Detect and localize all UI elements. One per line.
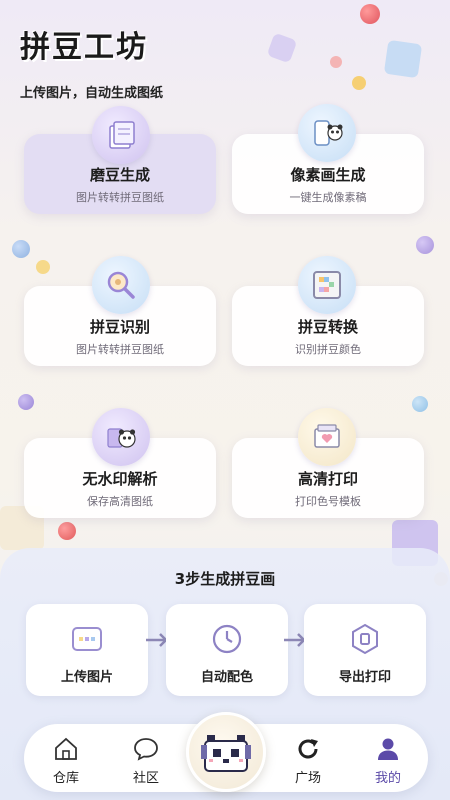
feature-subtitle: 一键生成像素稿: [289, 191, 367, 204]
chat-icon: [134, 738, 158, 761]
tab-label: 广场: [294, 771, 321, 786]
cube-decoration: [266, 32, 298, 64]
feature-title: 像素画生成: [290, 166, 366, 184]
step-label: 自动配色: [200, 670, 253, 685]
step-label: 导出打印: [338, 670, 391, 685]
feature-title: 拼豆识别: [89, 318, 150, 336]
feature-subtitle: 识别拼豆颜色: [295, 343, 361, 356]
pixel-frame-icon: [298, 256, 356, 314]
bead-decoration: [352, 76, 366, 90]
feature-subtitle: 保存高清图纸: [87, 495, 153, 508]
feature-subtitle: 打印色号模板: [295, 495, 361, 508]
feature-subtitle: 图片转转拼豆图纸: [76, 343, 164, 356]
tab-label: 仓库: [52, 771, 79, 786]
bead-decoration: [330, 56, 342, 68]
tab-mine[interactable]: 我的: [358, 724, 418, 792]
printer-icon: [298, 408, 356, 466]
step-label: 上传图片: [60, 670, 113, 685]
bead-decoration: [12, 240, 30, 258]
export-icon: [352, 623, 378, 655]
tab-community[interactable]: 社区: [116, 724, 176, 792]
refresh-icon: [298, 739, 318, 759]
tab-label: 社区: [132, 771, 159, 786]
cube-decoration: [383, 39, 423, 79]
bead-decoration: [36, 260, 50, 274]
tab-warehouse[interactable]: 仓库: [36, 724, 96, 792]
feature-subtitle: 图片转转拼豆图纸: [76, 191, 164, 204]
app-title: 拼豆工坊: [20, 30, 148, 65]
steps-title: 3步生成拼豆画: [174, 570, 276, 588]
bead-decoration: [18, 394, 34, 410]
user-icon: [378, 738, 398, 760]
step-auto-color[interactable]: 自动配色: [166, 604, 288, 696]
tab-label: 我的: [374, 771, 401, 786]
panda-phone-icon: [298, 104, 356, 162]
app-subtitle: 上传图片，自动生成图纸: [20, 86, 164, 101]
step-export-print[interactable]: 导出打印: [304, 604, 426, 696]
clock-icon: [212, 624, 242, 654]
bead-decoration: [360, 4, 380, 24]
paper-stack-icon: [92, 106, 150, 164]
panda-logo-icon: [201, 735, 251, 772]
app-header: 拼豆工坊 上传图片，自动生成图纸: [20, 22, 163, 101]
center-create-button[interactable]: [186, 712, 266, 792]
panda-tablet-icon: [92, 408, 150, 466]
bead-decoration: [412, 396, 428, 412]
tab-square[interactable]: 广场: [278, 724, 338, 792]
feature-title: 磨豆生成: [89, 166, 150, 184]
magnifier-icon: [92, 256, 150, 314]
feature-title: 拼豆转换: [297, 318, 358, 336]
feature-title: 高清打印: [297, 470, 358, 488]
step-upload-image[interactable]: 上传图片: [26, 604, 148, 696]
bead-decoration: [58, 522, 76, 540]
bead-decoration: [416, 236, 434, 254]
feature-title: 无水印解析: [82, 470, 158, 488]
home-icon: [55, 737, 77, 760]
image-upload-icon: [72, 627, 102, 651]
